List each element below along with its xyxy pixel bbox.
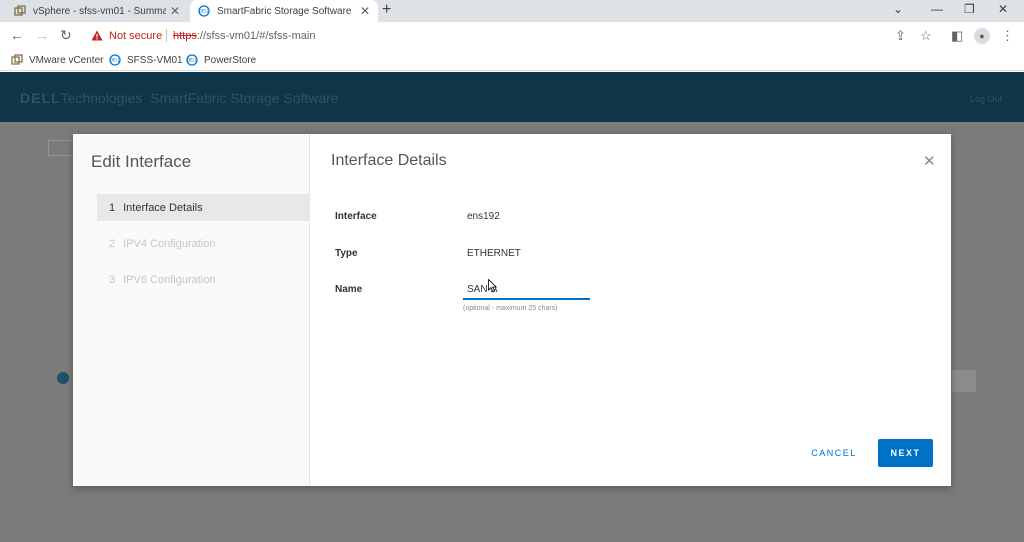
step-ipv4-configuration[interactable]: 2 IPV4 Configuration bbox=[97, 230, 310, 257]
bookmark-powerstore[interactable]: DELL PowerStore bbox=[186, 54, 256, 66]
step-label: IPV4 Configuration bbox=[123, 237, 216, 250]
tab-search-icon[interactable]: ⌄ bbox=[893, 2, 903, 16]
back-icon[interactable]: ← bbox=[10, 27, 24, 43]
step-label: Interface Details bbox=[123, 201, 203, 214]
step-number: 1 bbox=[109, 201, 116, 214]
vcenter-icon bbox=[11, 54, 23, 65]
url-scheme: https bbox=[173, 30, 197, 42]
share-icon[interactable]: ⇪ bbox=[895, 28, 906, 44]
name-label: Name bbox=[335, 284, 363, 295]
wizard-sidebar: Edit Interface 1 Interface Details 2 IPV… bbox=[73, 134, 310, 486]
bookmark-label: VMware vCenter bbox=[29, 54, 104, 66]
interface-value: ens192 bbox=[467, 211, 500, 222]
bookmark-label: PowerStore bbox=[204, 54, 257, 66]
name-input[interactable] bbox=[463, 280, 590, 300]
modal-title: Edit Interface bbox=[91, 152, 192, 171]
bookmarks-bar: VMware vCenter DELL SFSS-VM01 DELL Power… bbox=[0, 50, 1024, 71]
minimize-icon[interactable]: — bbox=[931, 2, 943, 16]
svg-text:DELL: DELL bbox=[199, 9, 210, 14]
name-hint: (optional - maximum 25 chars) bbox=[463, 305, 558, 312]
dell-icon: DELL bbox=[109, 54, 121, 66]
menu-icon[interactable]: ⋮ bbox=[1001, 28, 1014, 44]
type-label: Type bbox=[335, 248, 358, 259]
svg-text:DELL: DELL bbox=[110, 58, 121, 63]
close-tab-icon[interactable]: ✕ bbox=[170, 4, 180, 18]
dell-icon: DELL bbox=[198, 5, 210, 17]
type-value: ETHERNET bbox=[467, 248, 521, 259]
security-status[interactable]: Not secure bbox=[109, 30, 162, 42]
dell-icon: DELL bbox=[186, 54, 198, 66]
logout-link[interactable]: Log Out bbox=[970, 94, 1002, 104]
edit-interface-modal: Edit Interface 1 Interface Details 2 IPV… bbox=[73, 134, 951, 486]
close-icon[interactable]: ✕ bbox=[923, 152, 936, 170]
browser-toolbar: ← → ↻ Not secure https://sfss-vm01/#/sfs… bbox=[0, 22, 1024, 50]
mouse-cursor-icon bbox=[488, 279, 498, 293]
interface-label: Interface bbox=[335, 211, 377, 222]
background-control bbox=[48, 140, 76, 156]
dell-technologies-logo: DELLTechnologies SmartFabric Storage Soft… bbox=[20, 90, 339, 106]
cancel-button[interactable]: CANCEL bbox=[804, 439, 864, 467]
warning-icon bbox=[91, 30, 103, 41]
step-ipv6-configuration[interactable]: 3 IPV6 Configuration bbox=[97, 266, 310, 293]
background-panel bbox=[952, 370, 976, 392]
url-path: ://sfss-vm01/#/sfss-main bbox=[196, 30, 316, 42]
step-label: IPV6 Configuration bbox=[123, 273, 216, 286]
new-tab-button[interactable]: + bbox=[382, 1, 391, 19]
app-header: DELLTechnologies SmartFabric Storage Soft… bbox=[0, 72, 1024, 122]
url-divider bbox=[166, 29, 167, 42]
bookmark-star-icon[interactable]: ☆ bbox=[920, 28, 932, 44]
background-status-icon bbox=[57, 372, 69, 384]
vsphere-icon bbox=[14, 5, 26, 16]
next-button[interactable]: NEXT bbox=[878, 439, 933, 467]
step-number: 3 bbox=[109, 273, 116, 286]
section-heading: Interface Details bbox=[331, 152, 447, 169]
step-number: 2 bbox=[109, 237, 116, 250]
bookmark-vmware-vcenter[interactable]: VMware vCenter bbox=[11, 54, 103, 66]
bookmark-label: SFSS-VM01 bbox=[127, 54, 183, 66]
tab-label: SmartFabric Storage Software bbox=[217, 5, 352, 17]
tab-smartfabric[interactable]: DELL SmartFabric Storage Software ✕ bbox=[190, 0, 378, 22]
profile-avatar-icon[interactable]: ● bbox=[974, 28, 990, 44]
close-window-icon[interactable]: ✕ bbox=[998, 2, 1008, 16]
product-title: SmartFabric Storage Software bbox=[150, 90, 339, 106]
close-tab-icon[interactable]: ✕ bbox=[360, 4, 370, 18]
forward-icon[interactable]: → bbox=[35, 27, 49, 43]
reload-icon[interactable]: ↻ bbox=[60, 27, 72, 44]
svg-text:DELL: DELL bbox=[187, 58, 198, 63]
address-bar[interactable]: https://sfss-vm01/#/sfss-main bbox=[173, 30, 315, 42]
restore-icon[interactable]: ❐ bbox=[964, 2, 975, 16]
tab-label: vSphere - sfss-vm01 - Summary bbox=[33, 5, 166, 17]
step-interface-details[interactable]: 1 Interface Details bbox=[97, 194, 310, 221]
bookmark-sfss-vm01[interactable]: DELL SFSS-VM01 bbox=[109, 54, 183, 66]
browser-tab-bar: vSphere - sfss-vm01 - Summary ✕ DELL Sma… bbox=[0, 0, 1024, 22]
tab-vsphere[interactable]: vSphere - sfss-vm01 - Summary ✕ bbox=[6, 0, 188, 22]
side-panel-icon[interactable]: ◧ bbox=[951, 28, 963, 44]
wizard-content: Interface Details ✕ Interface ens192 Typ… bbox=[310, 134, 951, 486]
